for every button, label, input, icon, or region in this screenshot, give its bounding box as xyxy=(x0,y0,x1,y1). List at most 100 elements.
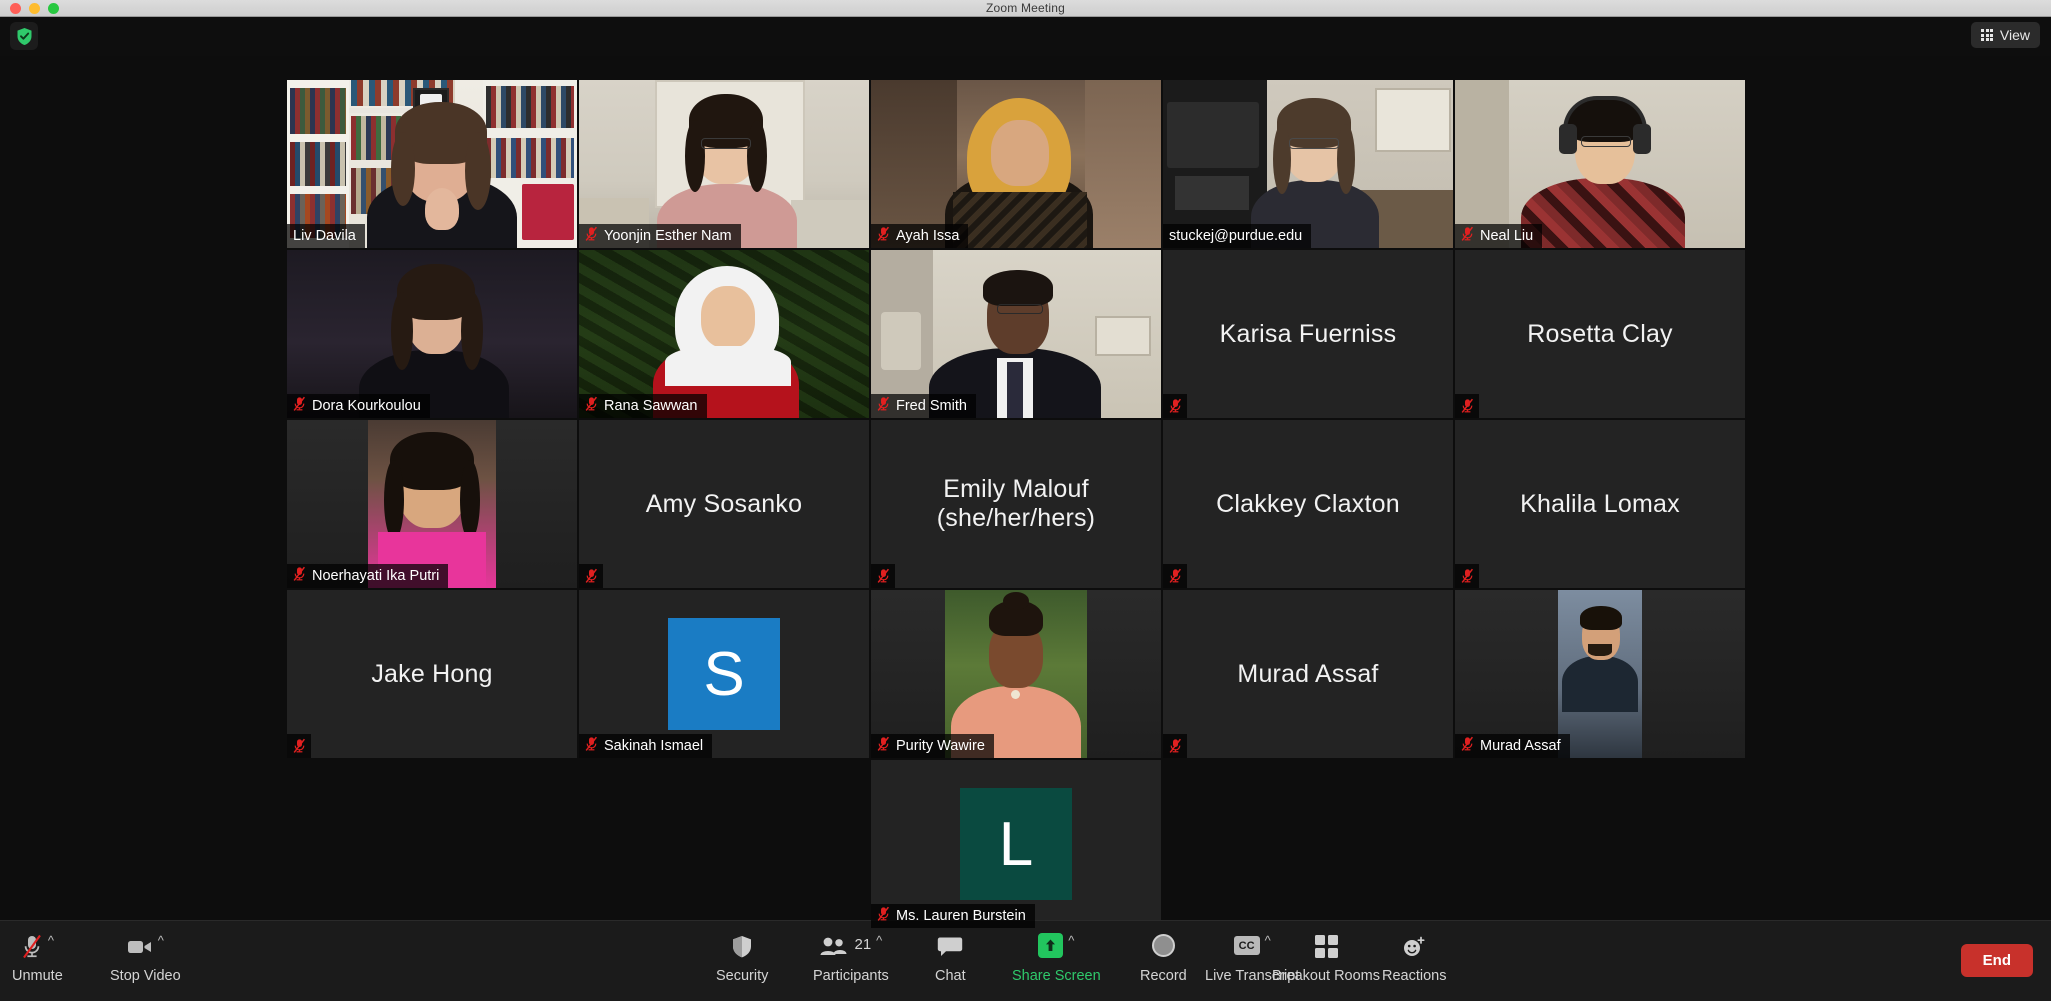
participant-name-tag: stuckej@purdue.edu xyxy=(1163,224,1312,248)
participant-tile[interactable]: Emily Malouf (she/her/hers) xyxy=(871,420,1161,588)
participant-tile[interactable]: Dora Kourkoulou xyxy=(287,250,577,418)
participant-tile[interactable]: Clakkey Claxton xyxy=(1163,420,1453,588)
stop-video-button[interactable]: ^ Stop Video xyxy=(110,933,181,984)
breakout-rooms-button[interactable]: Breakout Rooms xyxy=(1272,933,1380,984)
participant-name-tag: Purity Wawire xyxy=(871,734,994,758)
muted-microphone-icon xyxy=(585,396,598,416)
participant-name-tag: Noerhayati Ika Putri xyxy=(287,564,449,588)
participant-name-tag: Liv Davila xyxy=(287,224,365,248)
participant-video xyxy=(287,80,577,248)
record-circle-icon xyxy=(1151,934,1175,957)
participant-name-tag: Ayah Issa xyxy=(871,224,969,248)
people-icon xyxy=(819,933,849,960)
participant-tile[interactable]: Karisa Fuerniss xyxy=(1163,250,1453,418)
participant-tile[interactable]: Murad Assaf xyxy=(1455,590,1745,758)
participant-video xyxy=(871,250,1161,418)
participant-tile[interactable]: L Ms. Lauren Burstein xyxy=(871,760,1161,928)
participant-name-tag: Rana Sawwan xyxy=(579,394,707,418)
participant-avatar: L xyxy=(960,788,1072,900)
share-options-caret[interactable]: ^ xyxy=(1068,934,1074,947)
participants-count: 21 xyxy=(854,936,872,953)
participant-name-tag: Dora Kourkoulou xyxy=(287,394,430,418)
window-title: Zoom Meeting xyxy=(985,1,1066,15)
chat-bubble-icon xyxy=(937,933,963,960)
mute-button-label: Unmute xyxy=(12,968,63,984)
end-meeting-button[interactable]: End xyxy=(1960,944,2033,977)
participant-tile[interactable]: Liv Davila xyxy=(287,80,577,248)
participant-name-centered: Jake Hong xyxy=(371,659,493,688)
participants-options-caret[interactable]: ^ xyxy=(876,934,882,947)
participant-name-label: Fred Smith xyxy=(896,398,967,414)
reactions-button[interactable]: Reactions xyxy=(1382,933,1446,984)
participant-tile[interactable]: Ayah Issa xyxy=(871,80,1161,248)
participant-name-label: Purity Wawire xyxy=(896,738,985,754)
participant-name-label: Liv Davila xyxy=(293,228,356,244)
participant-tile[interactable]: Rosetta Clay xyxy=(1455,250,1745,418)
shield-check-icon[interactable] xyxy=(10,22,38,50)
participant-name-label: Murad Assaf xyxy=(1480,738,1561,754)
participant-name-tag: Yoonjin Esther Nam xyxy=(579,224,741,248)
view-button[interactable]: View xyxy=(1971,22,2040,48)
muted-microphone-icon xyxy=(1461,736,1474,756)
participant-name-tag: Neal Liu xyxy=(1455,224,1543,248)
participant-tile[interactable]: Khalila Lomax xyxy=(1455,420,1745,588)
record-button[interactable]: Record xyxy=(1140,933,1187,984)
participant-name-tag: Sakinah Ismael xyxy=(579,734,713,758)
muted-microphone-icon xyxy=(1163,734,1187,758)
muted-microphone-icon xyxy=(877,736,890,756)
muted-microphone-icon xyxy=(1163,394,1187,418)
participant-name-label: Rana Sawwan xyxy=(604,398,698,414)
share-screen-button[interactable]: ^ Share Screen xyxy=(1012,933,1101,984)
window-titlebar: Zoom Meeting xyxy=(0,0,2051,17)
security-button[interactable]: Security xyxy=(716,933,768,984)
participant-video xyxy=(287,250,577,418)
muted-microphone-icon xyxy=(293,396,306,416)
muted-microphone-icon xyxy=(1455,564,1479,588)
grid-squares-icon xyxy=(1314,935,1338,958)
reactions-button-label: Reactions xyxy=(1382,968,1447,984)
participant-video xyxy=(1163,80,1453,248)
participants-button[interactable]: 21 ^ Participants xyxy=(813,933,889,984)
breakout-rooms-button-label: Breakout Rooms xyxy=(1272,968,1380,984)
participant-tile[interactable]: S Sakinah Ismael xyxy=(579,590,869,758)
meeting-toolbar: ^ Unmute ^ Stop Video Security 21 ^ Part… xyxy=(0,920,2051,1001)
participant-gallery: Liv Davila Yoonjin Esther Nam Ayah Issa … xyxy=(0,56,2051,928)
participant-name-tag: Murad Assaf xyxy=(1455,734,1570,758)
mute-button[interactable]: ^ Unmute xyxy=(12,933,63,984)
participant-tile[interactable]: Rana Sawwan xyxy=(579,250,869,418)
transcript-options-caret[interactable]: ^ xyxy=(1265,934,1271,947)
participant-video xyxy=(1455,590,1745,758)
participant-tile[interactable]: Noerhayati Ika Putri xyxy=(287,420,577,588)
participant-tile[interactable]: Yoonjin Esther Nam xyxy=(579,80,869,248)
participant-tile[interactable]: Murad Assaf xyxy=(1163,590,1453,758)
participant-tile[interactable]: Purity Wawire xyxy=(871,590,1161,758)
muted-microphone-icon xyxy=(877,396,890,416)
participant-tile[interactable]: Jake Hong xyxy=(287,590,577,758)
record-button-label: Record xyxy=(1140,968,1187,984)
participant-video xyxy=(579,250,869,418)
participant-name-centered: Rosetta Clay xyxy=(1527,319,1673,348)
participant-name-centered: Karisa Fuerniss xyxy=(1219,319,1397,348)
grid-icon xyxy=(1981,29,1993,41)
participant-tile[interactable]: Amy Sosanko xyxy=(579,420,869,588)
muted-microphone-icon xyxy=(1455,394,1479,418)
participant-tile[interactable]: Neal Liu xyxy=(1455,80,1745,248)
participant-name-label: stuckej@purdue.edu xyxy=(1169,228,1303,244)
participant-tile[interactable]: stuckej@purdue.edu xyxy=(1163,80,1453,248)
muted-microphone-icon xyxy=(1461,226,1474,246)
participant-name-label: Dora Kourkoulou xyxy=(312,398,421,414)
smiley-plus-icon xyxy=(1402,933,1426,960)
participant-name-centered: Clakkey Claxton xyxy=(1216,489,1400,518)
chat-button[interactable]: Chat xyxy=(935,933,966,984)
video-options-caret[interactable]: ^ xyxy=(158,934,164,947)
participant-tile[interactable]: Fred Smith xyxy=(871,250,1161,418)
participant-name-centered: Amy Sosanko xyxy=(645,489,803,518)
closed-caption-icon: CC xyxy=(1233,936,1260,955)
share-screen-button-label: Share Screen xyxy=(1012,968,1101,984)
mute-options-caret[interactable]: ^ xyxy=(48,934,54,947)
muted-microphone-icon xyxy=(579,564,603,588)
muted-microphone-icon xyxy=(877,226,890,246)
participant-name-label: Sakinah Ismael xyxy=(604,738,704,754)
participant-name-tag: Fred Smith xyxy=(871,394,976,418)
shield-icon xyxy=(731,933,753,963)
